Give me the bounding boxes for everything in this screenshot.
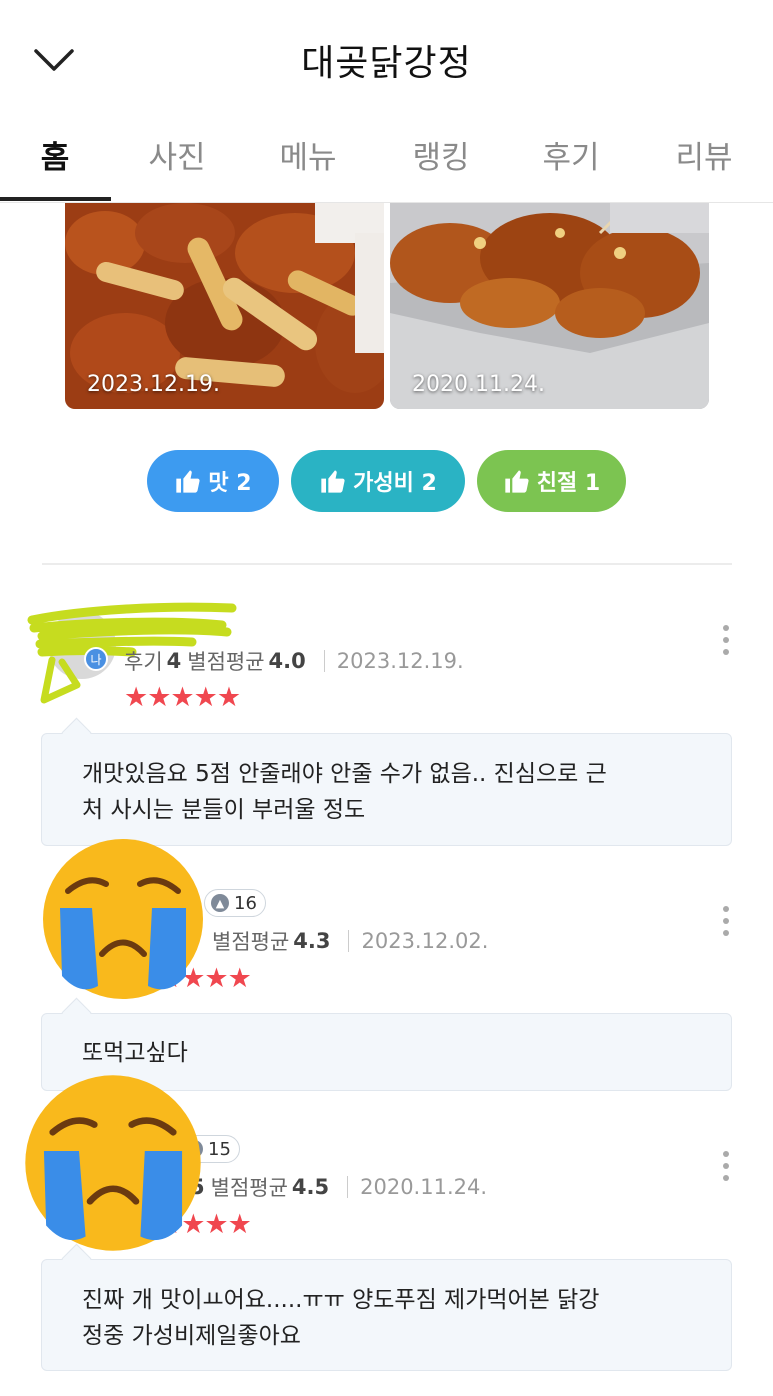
review-text-bubble: 진짜 개 맛이ㅛ어요.....ㅠㅠ 양도푸짐 제가먹어본 닭강 정중 가성비제일… [41,1259,732,1371]
value-keyword-chip[interactable]: 가성비 2 [291,450,465,512]
review-count: 4 [166,649,182,673]
tab-ranking[interactable]: 랭킹 [386,132,496,202]
tab-home[interactable]: 홈 [0,132,110,202]
review-meta: 후기 4 별점평균 4.0 2023.12.19. [124,646,464,676]
review-date: 2020.11.24. [360,1175,488,1199]
crying-face-sticker [25,1075,201,1251]
thumbs-up-icon [505,470,529,493]
crying-face-sticker [43,839,203,999]
tab-posts[interactable]: 후기 [516,132,626,202]
review-text-line: 처 사시는 분들이 부러울 정도 [82,797,366,823]
tab-bar: 홈 사진 메뉴 랭킹 후기 리뷰 [0,118,773,203]
review-meta: 5 별점평균4.5 2020.11.24. [190,1172,487,1202]
average-label: 별점평균 [212,930,290,954]
reviewer-me-badge: 나 [84,647,108,671]
more-dot [723,930,729,936]
page-title: 대곶닭강정 [301,43,472,84]
review-photo[interactable]: 2023.12.19. [65,203,384,409]
level-icon: ▲ [211,894,229,912]
more-dot [723,1175,729,1181]
kindness-keyword-chip[interactable]: 친절 1 [477,450,626,512]
reviewer-level-badge: ▲ 16 [204,889,266,917]
more-dot [723,906,729,912]
review-meta: 별점평균 4.3 2023.12.02. [212,926,488,956]
review-text-bubble: 개맛있음요 5점 안줄래야 안줄 수가 없음.. 진심으로 근 처 사시는 분들… [41,733,732,846]
app-header: 대곶닭강정 [0,0,773,118]
chip-label: 맛 2 [208,471,252,496]
star-rating: ★★★★★ [124,682,241,713]
taste-keyword-chip[interactable]: 맛 2 [147,450,279,512]
more-options-button[interactable] [711,618,741,662]
photo-date: 2020.11.24. [412,372,545,397]
more-options-button[interactable] [711,899,741,943]
level-number: 16 [234,892,257,914]
review-text-line: 또먹고싶다 [82,1040,188,1066]
more-dot [723,649,729,655]
review-date: 2023.12.19. [336,649,464,673]
more-dot [723,1151,729,1157]
active-tab-indicator [0,197,111,201]
review-photo[interactable]: 2020.11.24. [390,203,709,409]
meta-separator [323,650,325,672]
more-options-button[interactable] [711,1144,741,1188]
average-rating: 4.5 [291,1175,330,1199]
more-dot [723,637,729,643]
section-divider [42,563,732,565]
meta-separator [347,1176,349,1198]
chip-label: 가성비 2 [353,471,437,496]
average-label: 별점평균 [210,1176,288,1200]
meta-separator [348,930,350,952]
photo-date: 2023.12.19. [87,372,220,397]
thumbs-up-icon [176,470,200,493]
thumbs-up-icon [321,470,345,493]
more-dot [723,625,729,631]
chip-label: 친절 1 [536,471,601,496]
level-number: 15 [208,1138,231,1160]
average-rating: 4.0 [268,649,306,673]
more-dot [723,918,729,924]
tab-reviews[interactable]: 리뷰 [649,132,759,202]
tab-photos[interactable]: 사진 [122,132,232,202]
review-count-label: 후기 [124,650,163,674]
review-text-line: 진짜 개 맛이ㅛ어요.....ㅠㅠ 양도푸짐 제가먹어본 닭강 [82,1287,600,1313]
average-label: 별점평균 [187,650,265,674]
review-date: 2023.12.02. [361,929,489,953]
review-text-line: 개맛있음요 5점 안줄래야 안줄 수가 없음.. 진심으로 근 [82,761,607,787]
review-text-line: 정중 가성비제일좋아요 [82,1323,301,1349]
average-rating: 4.3 [293,929,331,953]
more-dot [723,1163,729,1169]
tab-menu[interactable]: 메뉴 [253,132,363,202]
